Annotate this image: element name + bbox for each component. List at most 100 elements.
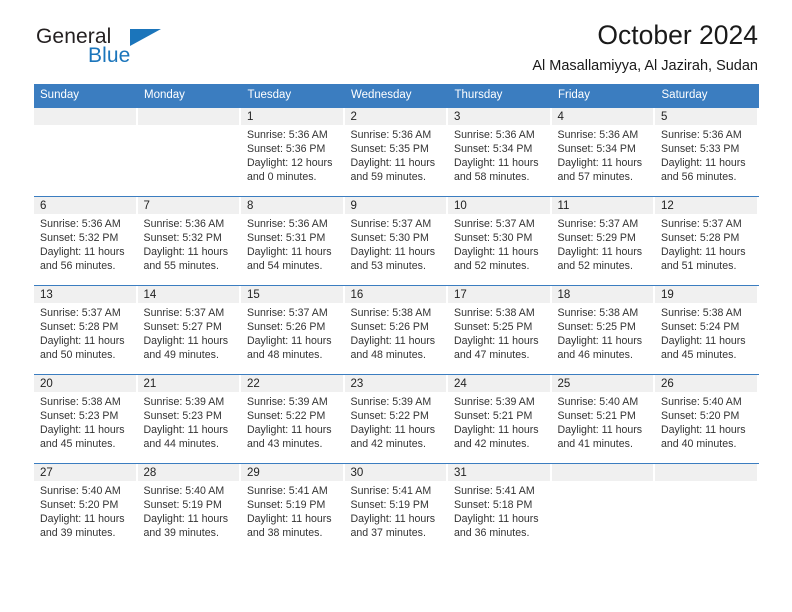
- calendar-day-cell[interactable]: 10 Sunrise: 5:37 AM Sunset: 5:30 PM Dayligh…: [448, 195, 552, 286]
- sunset-text: Sunset: 5:32 PM: [143, 231, 222, 244]
- sunset-text: Sunset: 5:34 PM: [454, 142, 533, 155]
- sunrise-text: Sunrise: 5:37 AM: [557, 217, 639, 230]
- sunset-text: Sunset: 5:29 PM: [557, 231, 636, 244]
- calendar-day-cell[interactable]: 29 Sunrise: 5:41 AM Sunset: 5:19 PM Dayligh…: [241, 462, 345, 553]
- calendar-day-cell[interactable]: 17 Sunrise: 5:38 AM Sunset: 5:25 PM Dayligh…: [448, 284, 552, 375]
- day-details: Sunrise: 5:36 AM Sunset: 5:31 PM Daylight:…: [241, 214, 345, 274]
- weekday-header-monday: Monday: [137, 84, 242, 108]
- daylight-text: Daylight: 11 hours and 42 minutes.: [454, 423, 539, 451]
- calendar-day-cell[interactable]: 11 Sunrise: 5:37 AM Sunset: 5:29 PM Dayligh…: [551, 195, 656, 286]
- day-number: 15: [241, 285, 345, 303]
- day-details: Sunrise: 5:37 AM Sunset: 5:29 PM Daylight:…: [552, 214, 656, 274]
- calendar-week-row: 6 Sunrise: 5:36 AM Sunset: 5:32 PM Daylight…: [34, 195, 759, 286]
- sunrise-text: Sunrise: 5:38 AM: [454, 306, 535, 319]
- daylight-text: Daylight: 11 hours and 44 minutes.: [143, 423, 229, 451]
- calendar-day-cell[interactable]: 6 Sunrise: 5:36 AM Sunset: 5:32 PM Daylight…: [34, 195, 138, 286]
- day-number: 24: [448, 374, 552, 392]
- sunset-text: Sunset: 5:32 PM: [40, 231, 119, 244]
- sunrise-text: Sunrise: 5:40 AM: [661, 395, 742, 408]
- calendar-day-cell[interactable]: 24 Sunrise: 5:39 AM Sunset: 5:21 PM Dayligh…: [448, 373, 552, 464]
- calendar-day-cell[interactable]: 20 Sunrise: 5:38 AM Sunset: 5:23 PM Dayligh…: [34, 373, 138, 464]
- day-number: [137, 107, 241, 125]
- calendar-day-cell[interactable]: 2 Sunrise: 5:36 AM Sunset: 5:35 PM Daylight…: [344, 106, 449, 197]
- day-number: 2: [344, 107, 448, 125]
- calendar-day-cell[interactable]: 5 Sunrise: 5:36 AM Sunset: 5:33 PM Daylight…: [655, 106, 759, 197]
- day-details: Sunrise: 5:40 AM Sunset: 5:21 PM Daylight:…: [552, 392, 656, 452]
- calendar-day-cell[interactable]: 4 Sunrise: 5:36 AM Sunset: 5:34 PM Daylight…: [551, 106, 656, 197]
- general-blue-logo[interactable]: General Blue: [34, 26, 254, 76]
- weekday-header-row: Sunday Monday Tuesday Wednesday Thursday Frid…: [34, 84, 759, 108]
- day-number: 25: [551, 374, 655, 392]
- sunset-text: Sunset: 5:26 PM: [350, 320, 429, 333]
- daylight-text: Daylight: 11 hours and 59 minutes.: [350, 156, 436, 184]
- calendar-day-cell[interactable]: 8 Sunrise: 5:36 AM Sunset: 5:31 PM Daylight…: [241, 195, 345, 286]
- calendar-day-cell[interactable]: 16 Sunrise: 5:38 AM Sunset: 5:26 PM Dayligh…: [344, 284, 449, 375]
- sunset-text: Sunset: 5:28 PM: [661, 231, 740, 244]
- calendar-body: 1 Sunrise: 5:36 AM Sunset: 5:36 PM Daylight…: [34, 106, 759, 553]
- calendar-day-cell-empty: [551, 462, 656, 553]
- calendar-day-cell[interactable]: 12 Sunrise: 5:37 AM Sunset: 5:28 PM Dayligh…: [655, 195, 759, 286]
- calendar-day-cell[interactable]: 19 Sunrise: 5:38 AM Sunset: 5:24 PM Dayligh…: [655, 284, 759, 375]
- calendar-day-cell[interactable]: 15 Sunrise: 5:37 AM Sunset: 5:26 PM Dayligh…: [241, 284, 345, 375]
- day-details: Sunrise: 5:36 AM Sunset: 5:35 PM Daylight:…: [345, 125, 449, 185]
- daylight-text: Daylight: 11 hours and 46 minutes.: [557, 334, 643, 362]
- day-number: 8: [241, 196, 345, 214]
- day-number: 9: [344, 196, 448, 214]
- calendar-week-row: 20 Sunrise: 5:38 AM Sunset: 5:23 PM Dayligh…: [34, 373, 759, 464]
- calendar-day-cell[interactable]: 7 Sunrise: 5:36 AM Sunset: 5:32 PM Daylight…: [137, 195, 241, 286]
- day-details: Sunrise: 5:38 AM Sunset: 5:25 PM Daylight:…: [552, 303, 656, 363]
- weekday-header-thursday: Thursday: [448, 84, 552, 108]
- calendar-day-cell[interactable]: 13 Sunrise: 5:37 AM Sunset: 5:28 PM Dayligh…: [34, 284, 138, 375]
- sunrise-text: Sunrise: 5:36 AM: [40, 217, 121, 230]
- calendar-day-cell[interactable]: 22 Sunrise: 5:39 AM Sunset: 5:22 PM Dayligh…: [241, 373, 345, 464]
- calendar-day-cell[interactable]: 28 Sunrise: 5:40 AM Sunset: 5:19 PM Dayligh…: [137, 462, 241, 553]
- day-details: Sunrise: 5:39 AM Sunset: 5:23 PM Daylight:…: [138, 392, 242, 452]
- day-details: [552, 481, 656, 484]
- daylight-text: Daylight: 11 hours and 49 minutes.: [143, 334, 229, 362]
- day-number: 1: [241, 107, 345, 125]
- daylight-text: Daylight: 11 hours and 51 minutes.: [661, 245, 746, 273]
- day-details: Sunrise: 5:36 AM Sunset: 5:34 PM Daylight:…: [552, 125, 656, 185]
- page-header: General Blue October 2024 Al Masallamiyy…: [34, 0, 758, 74]
- calendar-day-cell[interactable]: 9 Sunrise: 5:37 AM Sunset: 5:30 PM Daylight…: [344, 195, 448, 286]
- day-number: 12: [655, 196, 759, 214]
- day-details: Sunrise: 5:39 AM Sunset: 5:22 PM Daylight:…: [241, 392, 345, 452]
- day-number: 10: [448, 196, 552, 214]
- calendar-day-cell[interactable]: 25 Sunrise: 5:40 AM Sunset: 5:21 PM Dayligh…: [551, 373, 656, 464]
- sunset-text: Sunset: 5:19 PM: [247, 498, 326, 511]
- day-details: Sunrise: 5:38 AM Sunset: 5:26 PM Daylight:…: [345, 303, 449, 363]
- calendar-day-cell-empty: [34, 106, 138, 197]
- sunset-text: Sunset: 5:21 PM: [454, 409, 533, 422]
- day-details: Sunrise: 5:41 AM Sunset: 5:18 PM Daylight:…: [448, 481, 552, 541]
- sunrise-text: Sunrise: 5:36 AM: [247, 128, 328, 141]
- sunrise-text: Sunrise: 5:37 AM: [661, 217, 742, 230]
- daylight-text: Daylight: 11 hours and 55 minutes.: [143, 245, 229, 273]
- calendar-day-cell[interactable]: 27 Sunrise: 5:40 AM Sunset: 5:20 PM Dayligh…: [34, 462, 138, 553]
- calendar-day-cell[interactable]: 31 Sunrise: 5:41 AM Sunset: 5:18 PM Dayligh…: [448, 462, 552, 553]
- calendar-day-cell[interactable]: 21 Sunrise: 5:39 AM Sunset: 5:23 PM Dayligh…: [137, 373, 242, 464]
- day-number: 30: [344, 463, 448, 481]
- calendar-day-cell[interactable]: 26 Sunrise: 5:40 AM Sunset: 5:20 PM Dayligh…: [655, 373, 759, 464]
- day-number: 6: [34, 196, 138, 214]
- calendar-day-cell[interactable]: 14 Sunrise: 5:37 AM Sunset: 5:27 PM Dayligh…: [137, 284, 241, 375]
- sunset-text: Sunset: 5:25 PM: [454, 320, 533, 333]
- day-number: 3: [448, 107, 552, 125]
- daylight-text: Daylight: 11 hours and 53 minutes.: [350, 245, 436, 273]
- sunrise-text: Sunrise: 5:37 AM: [40, 306, 121, 319]
- calendar-day-cell[interactable]: 3 Sunrise: 5:36 AM Sunset: 5:34 PM Daylight…: [448, 106, 552, 197]
- day-details: Sunrise: 5:41 AM Sunset: 5:19 PM Daylight:…: [345, 481, 449, 541]
- calendar-day-cell[interactable]: 23 Sunrise: 5:39 AM Sunset: 5:22 PM Dayligh…: [344, 373, 448, 464]
- day-number: 4: [551, 107, 655, 125]
- sunrise-text: Sunrise: 5:40 AM: [557, 395, 639, 408]
- calendar-week-row: 27 Sunrise: 5:40 AM Sunset: 5:20 PM Dayligh…: [34, 462, 759, 553]
- weekday-header-saturday: Saturday: [655, 84, 759, 108]
- calendar-day-cell[interactable]: 1 Sunrise: 5:36 AM Sunset: 5:36 PM Daylight…: [241, 106, 345, 197]
- sunrise-text: Sunrise: 5:39 AM: [454, 395, 535, 408]
- daylight-text: Daylight: 11 hours and 48 minutes.: [350, 334, 436, 362]
- logo-text-blue: Blue: [88, 44, 131, 67]
- day-number: [655, 463, 759, 481]
- sunset-text: Sunset: 5:22 PM: [350, 409, 429, 422]
- day-details: Sunrise: 5:37 AM Sunset: 5:28 PM Daylight:…: [655, 214, 759, 274]
- calendar-day-cell[interactable]: 30 Sunrise: 5:41 AM Sunset: 5:19 PM Dayligh…: [344, 462, 449, 553]
- calendar-day-cell[interactable]: 18 Sunrise: 5:38 AM Sunset: 5:25 PM Dayligh…: [551, 284, 656, 375]
